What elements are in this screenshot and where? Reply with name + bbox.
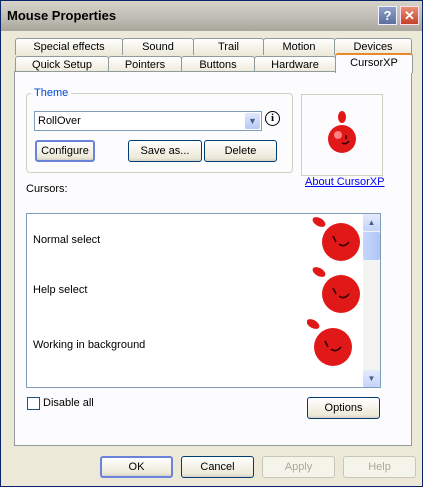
close-button[interactable]: ✕ (400, 6, 419, 25)
cursor-balls-icon (307, 217, 360, 366)
theme-legend: Theme (31, 87, 72, 99)
list-item[interactable]: Working in background (33, 339, 145, 351)
list-scrollbar[interactable]: ▲ ▼ (363, 214, 380, 387)
delete-button[interactable]: Delete (204, 140, 277, 162)
about-cursorxp-link[interactable]: About CursorXP (305, 176, 384, 188)
save-as-button[interactable]: Save as... (128, 140, 202, 162)
rollover-cursor-icon (328, 111, 356, 153)
cursors-list[interactable]: Normal select Help select Working in bac… (26, 213, 381, 388)
tab-cursorxp[interactable]: CursorXP (335, 53, 413, 73)
tab-sound[interactable]: Sound (122, 38, 194, 55)
help-title-button[interactable]: ? (378, 6, 397, 25)
tab-motion[interactable]: Motion (263, 38, 335, 55)
help-button[interactable]: Help (343, 456, 416, 478)
tab-special-effects[interactable]: Special effects (15, 38, 123, 55)
scroll-thumb[interactable] (363, 232, 380, 260)
apply-button[interactable]: Apply (262, 456, 335, 478)
cancel-button[interactable]: Cancel (181, 456, 254, 478)
scroll-down-icon[interactable]: ▼ (363, 370, 380, 387)
configure-button[interactable]: Configure (35, 140, 95, 162)
list-item[interactable]: Normal select (33, 234, 100, 246)
disable-all-checkbox[interactable] (27, 397, 40, 410)
list-item[interactable]: Help select (33, 284, 87, 296)
mouse-properties-window: Mouse Properties ? ✕ Special effects Sou… (0, 0, 423, 487)
options-button[interactable]: Options (307, 397, 380, 419)
cursors-label: Cursors: (26, 183, 68, 195)
theme-select-value: RollOver (38, 115, 81, 127)
disable-all-label[interactable]: Disable all (43, 397, 94, 409)
info-icon[interactable]: i (265, 111, 280, 126)
chevron-down-icon[interactable]: ▼ (245, 113, 260, 129)
title-bar: Mouse Properties ? ✕ (1, 1, 422, 31)
cursor-preview (301, 94, 383, 176)
tab-trail[interactable]: Trail (193, 38, 264, 55)
scroll-up-icon[interactable]: ▲ (363, 214, 380, 231)
window-title: Mouse Properties (7, 8, 117, 23)
theme-select[interactable]: RollOver ▼ (34, 111, 262, 131)
ok-button[interactable]: OK (100, 456, 173, 478)
